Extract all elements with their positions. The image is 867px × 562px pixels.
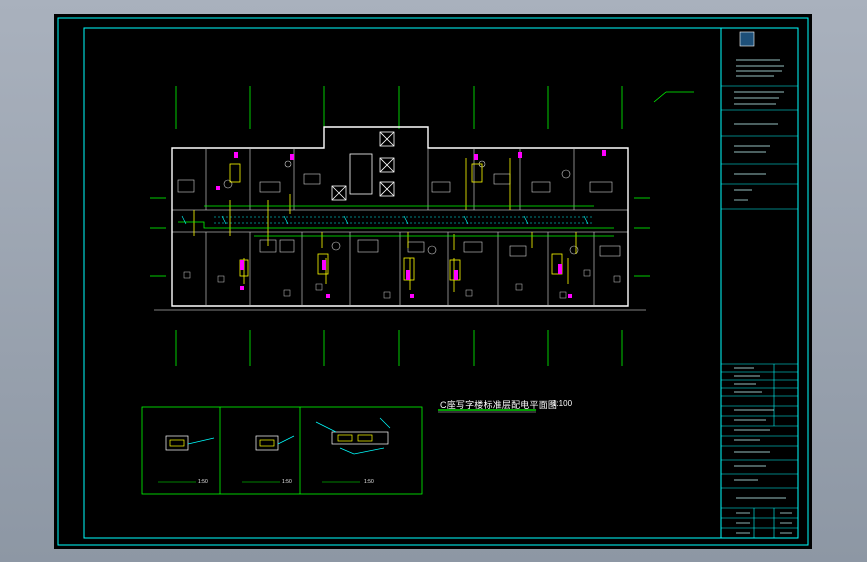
cable-runs [178, 205, 614, 237]
drawing-scale: 1:100 [552, 399, 573, 408]
furniture [177, 160, 621, 257]
drawing-frame [83, 27, 799, 539]
detail-1 [158, 435, 215, 483]
cad-viewport[interactable]: C座写字楼标准层配电平面图 1:100 1:50 1:50 1:50 [54, 14, 812, 549]
sheet-border [57, 17, 809, 546]
room-partitions [205, 148, 595, 306]
elevator-core [331, 131, 395, 201]
title-block-text-lines [734, 59, 792, 534]
title-block [721, 31, 798, 538]
drawing-canvas [57, 17, 809, 546]
detail-2 [242, 435, 295, 483]
axis-lines [150, 86, 694, 366]
detail-3 [315, 417, 391, 483]
detail-1-scale: 1:50 [198, 479, 208, 485]
circuit-routes [193, 158, 577, 292]
magenta-devices [216, 150, 606, 298]
detail-3-scale: 1:50 [364, 479, 374, 485]
corridor [172, 209, 628, 233]
detail-2-scale: 1:50 [282, 479, 292, 485]
drawing-title: C座写字楼标准层配电平面图 [440, 400, 558, 410]
